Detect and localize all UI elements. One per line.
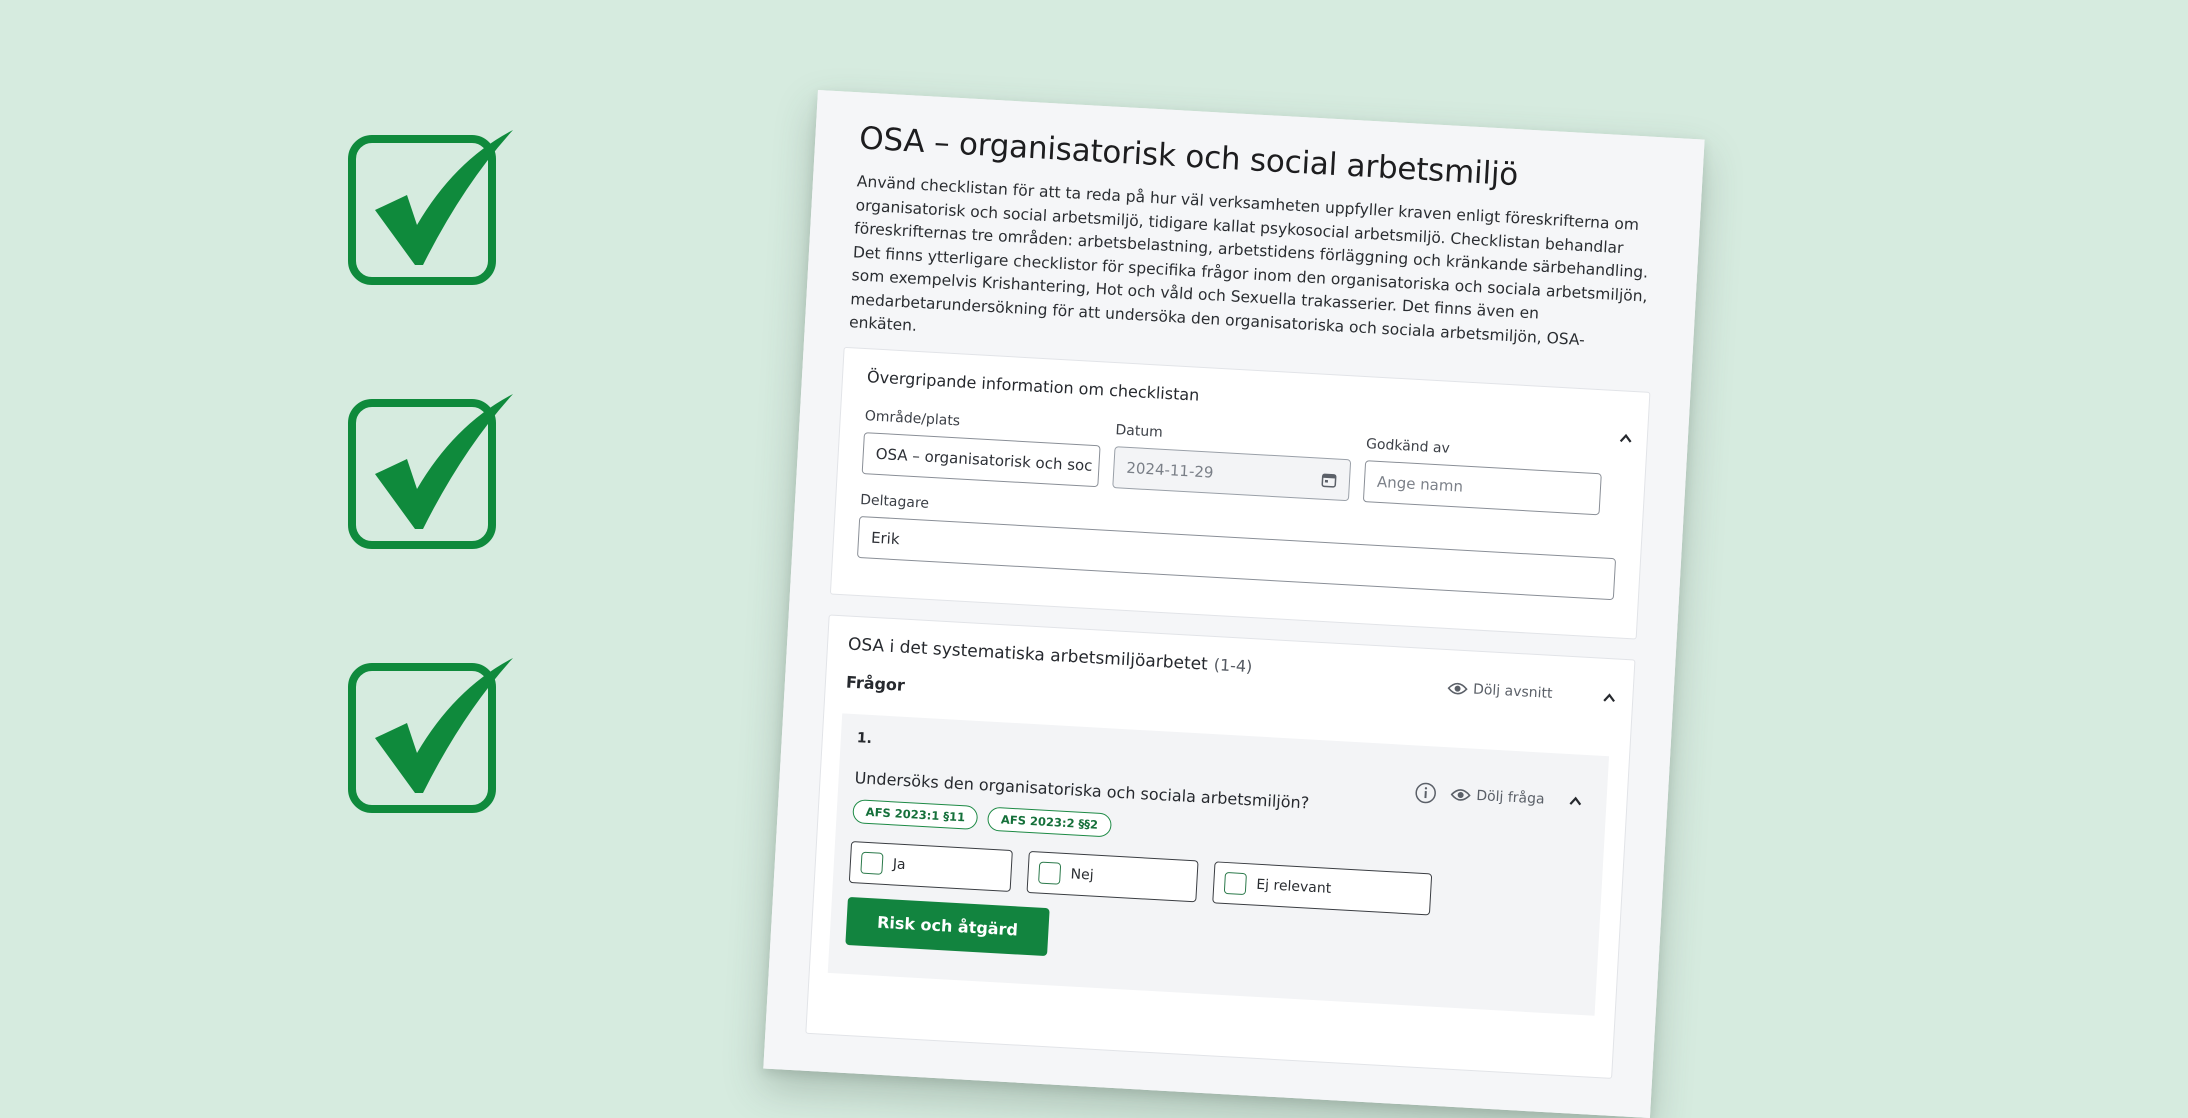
area-label: Område/plats	[864, 407, 961, 429]
checkbox-checked-icon	[345, 125, 525, 295]
chevron-up-icon[interactable]	[1618, 431, 1633, 446]
area-field[interactable]: OSA – organisatorisk och soc	[861, 431, 1101, 487]
checkbox-checked-icon	[345, 389, 525, 559]
date-field[interactable]: 2024-11-29	[1112, 445, 1352, 501]
hide-question-label: Dölj fråga	[1475, 787, 1545, 808]
approved-by-field[interactable]: Ange namn	[1362, 459, 1602, 515]
hide-section-label: Dölj avsnitt	[1472, 681, 1553, 702]
date-value: 2024-11-29	[1125, 458, 1214, 482]
answer-label: Ja	[892, 855, 907, 873]
answer-label: Ej relevant	[1255, 876, 1332, 897]
section-range: (1-4)	[1213, 654, 1253, 676]
date-label: Datum	[1115, 421, 1164, 441]
hide-question-button[interactable]: Dölj fråga	[1450, 786, 1545, 807]
checkbox[interactable]	[860, 851, 884, 875]
info-icon[interactable]	[1414, 781, 1437, 804]
overview-card: Övergripande information om checklistan …	[829, 346, 1651, 640]
regulation-tag[interactable]: AFS 2023:2 §§2	[987, 806, 1112, 837]
answer-option-ej-relevant[interactable]: Ej relevant	[1212, 860, 1433, 915]
eye-icon	[1450, 787, 1471, 802]
regulation-tag[interactable]: AFS 2023:1 §11	[852, 798, 979, 830]
calendar-icon[interactable]	[1321, 471, 1338, 488]
checkbox[interactable]	[1223, 871, 1247, 895]
answer-option-ja[interactable]: Ja	[848, 840, 1013, 892]
answer-option-nej[interactable]: Nej	[1026, 850, 1199, 902]
checklist-document: OSA – organisatorisk och social arbetsmi…	[763, 90, 1705, 1118]
checkbox-checked-icon	[345, 653, 525, 823]
section-title-text: OSA i det systematiska arbetsmiljöarbete…	[847, 634, 1209, 675]
answer-label: Nej	[1070, 865, 1095, 884]
checkbox[interactable]	[1038, 861, 1062, 885]
eye-icon	[1447, 681, 1468, 696]
question-item: 1. Undersöks den organisatoriska och soc…	[827, 712, 1610, 1016]
intro-text: Använd checklistan för att ta reda på hu…	[848, 172, 1649, 349]
risk-action-button[interactable]: Risk och åtgärd	[845, 896, 1050, 956]
chevron-up-icon[interactable]	[1568, 794, 1583, 809]
approved-label: Godkänd av	[1365, 435, 1451, 457]
chevron-up-icon[interactable]	[1602, 690, 1617, 705]
checkmark-column	[0, 0, 700, 938]
section-card: OSA i det systematiska arbetsmiljöarbete…	[805, 613, 1636, 1079]
